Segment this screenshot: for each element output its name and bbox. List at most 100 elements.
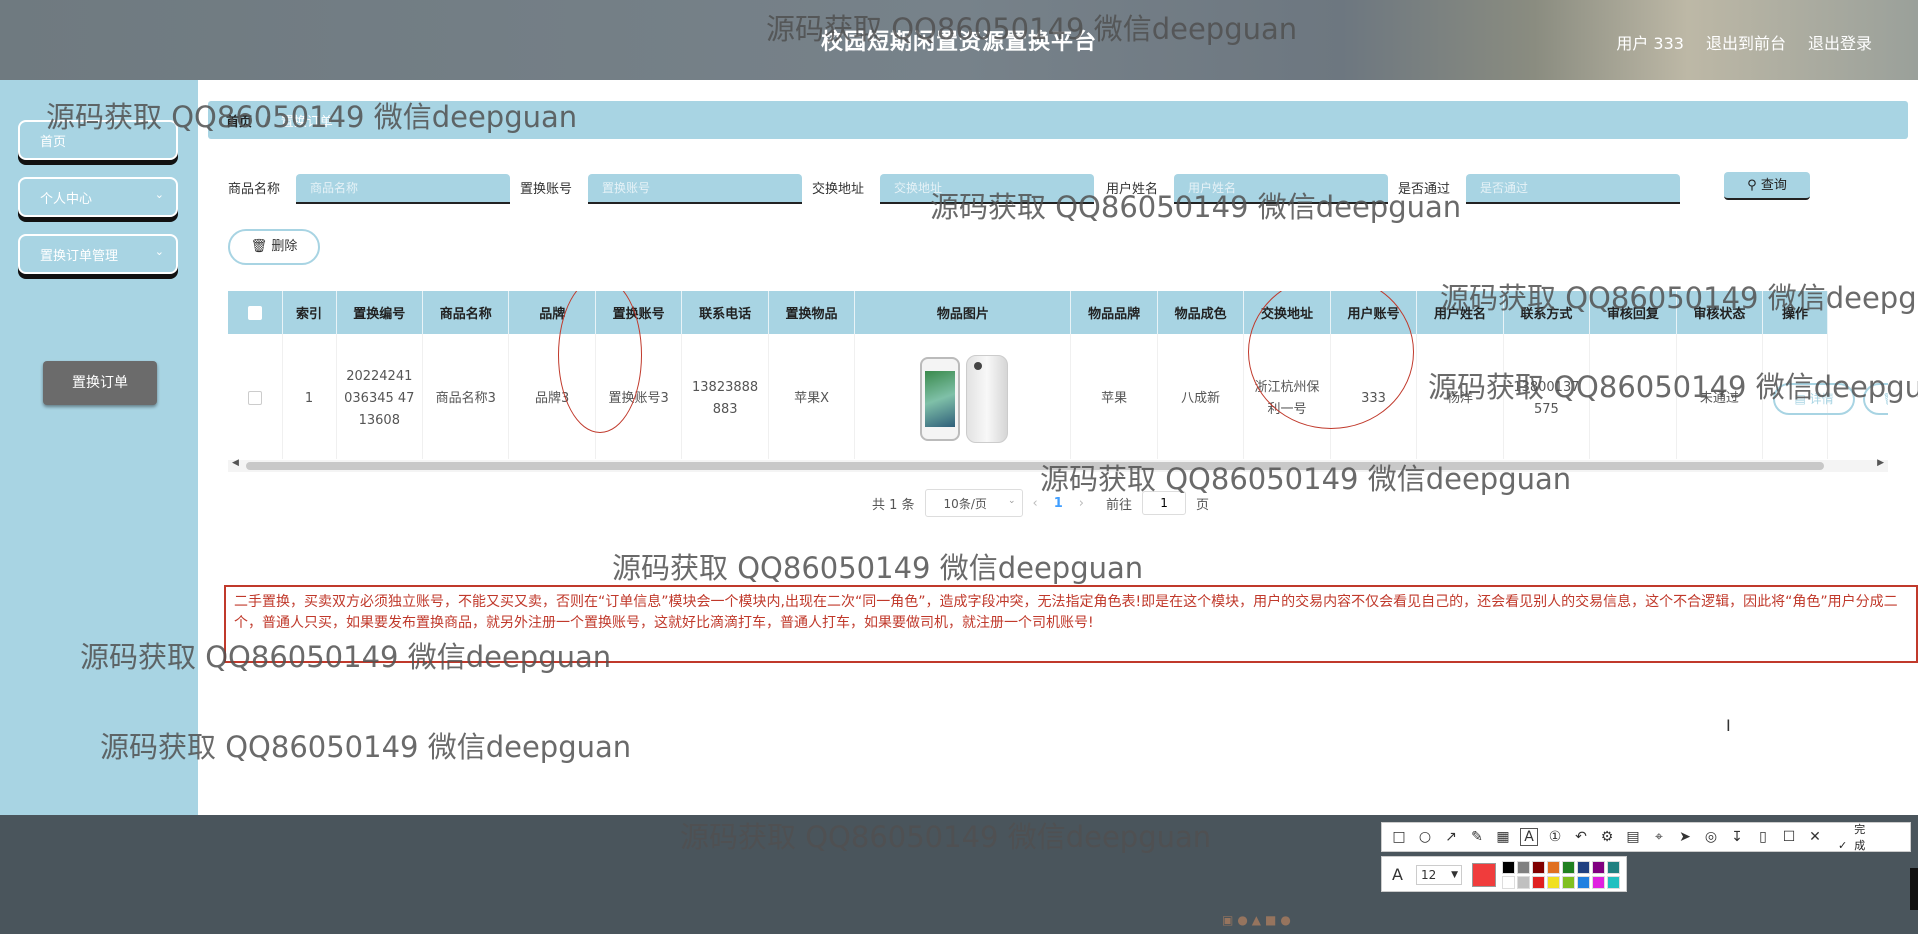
column-header[interactable]: 操作: [1762, 291, 1828, 334]
pagination: 共 1 条 10条/页 ⌄ ‹ 1 › 前往 页: [872, 489, 1209, 517]
download-icon[interactable]: ↧: [1728, 829, 1746, 845]
select-all-checkbox[interactable]: [247, 305, 262, 320]
pen-icon[interactable]: ✎: [1468, 829, 1486, 845]
mosaic-icon[interactable]: ▦: [1494, 829, 1512, 845]
column-header[interactable]: 用户姓名: [1416, 291, 1504, 334]
rectangle-icon[interactable]: □: [1390, 829, 1408, 845]
cell-item-image: [854, 334, 1072, 459]
column-header[interactable]: 品牌: [508, 291, 596, 334]
goto-page-input[interactable]: [1142, 491, 1187, 515]
search-form: 商品名称 置换账号 交换地址 用户姓名 是否通过 ⚲ 查询: [228, 172, 1828, 208]
detail-button[interactable]: ▤ 详情: [1773, 382, 1856, 415]
color-swatch[interactable]: [1532, 876, 1545, 889]
column-header[interactable]: 物品品牌: [1070, 291, 1158, 334]
column-header[interactable]: 用户账号: [1330, 291, 1418, 334]
color-swatch[interactable]: [1592, 876, 1605, 889]
page-number[interactable]: 1: [1054, 496, 1063, 511]
ocr-icon[interactable]: ▤: [1624, 829, 1642, 845]
done-button[interactable]: ✓ 完成: [1838, 821, 1869, 853]
column-header[interactable]: 置换编号: [336, 291, 424, 334]
product-name-input[interactable]: [296, 174, 510, 204]
color-swatch[interactable]: [1502, 861, 1515, 874]
column-header[interactable]: 商品名称: [422, 291, 510, 334]
number-marker-icon[interactable]: ①: [1546, 829, 1564, 845]
page-size-select[interactable]: 10条/页 ⌄: [924, 489, 1023, 517]
color-swatch[interactable]: [1547, 876, 1560, 889]
crop-icon[interactable]: ⌖: [1650, 829, 1668, 845]
column-header[interactable]: 物品图片: [854, 291, 1072, 334]
color-swatch[interactable]: [1532, 861, 1545, 874]
cell-order-no: 20224241036345 4713608: [336, 334, 424, 459]
query-button[interactable]: ⚲ 查询: [1724, 172, 1810, 200]
bookmark-icon[interactable]: ☐: [1780, 829, 1798, 845]
color-swatch[interactable]: [1547, 861, 1560, 874]
column-header[interactable]: 审核回复: [1589, 291, 1677, 334]
cell-index: 1: [282, 334, 337, 459]
approved-input[interactable]: [1466, 174, 1680, 204]
translate-icon[interactable]: ⚙: [1598, 829, 1616, 845]
phone-icon[interactable]: ▯: [1754, 829, 1772, 845]
color-swatch[interactable]: [1502, 876, 1515, 889]
undo-icon[interactable]: ↶: [1572, 829, 1590, 845]
horizontal-scrollbar[interactable]: ◀ ▶: [228, 458, 1888, 472]
sidebar-item-home[interactable]: 首页: [18, 120, 178, 160]
color-swatch[interactable]: [1517, 876, 1530, 889]
breadcrumb-home[interactable]: 首页: [226, 115, 252, 130]
scroll-left-icon[interactable]: ◀: [232, 458, 239, 468]
screenshot-toolbar: □ ○ ↗ ✎ ▦ A ① ↶ ⚙ ▤ ⌖ ➤ ◎ ↧ ▯ ☐ ✕ ✓ 完成: [1381, 822, 1911, 852]
column-header[interactable]: 联系方式: [1503, 291, 1591, 334]
ellipse-icon[interactable]: ○: [1416, 829, 1434, 845]
document-icon: ▤: [1794, 391, 1806, 406]
color-swatch[interactable]: [1577, 876, 1590, 889]
color-swatch[interactable]: [1517, 861, 1530, 874]
sidebar-item-personal-center[interactable]: 个人中心 ⌄: [18, 177, 178, 217]
sidebar: 首页 个人中心 ⌄ 置换订单管理 ⌄ 置换订单: [0, 80, 198, 815]
color-swatch[interactable]: [1607, 876, 1620, 889]
field-label: 置换账号: [520, 182, 573, 197]
next-page-icon[interactable]: ›: [1079, 496, 1084, 511]
back-to-front-link[interactable]: 退出到前台: [1706, 30, 1786, 54]
scrollbar-thumb[interactable]: [246, 462, 1824, 470]
cell-address: 浙江杭州保利一号: [1243, 334, 1331, 459]
column-header[interactable]: 联系电话: [681, 291, 769, 334]
column-header[interactable]: 置换账号: [595, 291, 683, 334]
phone-back-shape: [965, 354, 1008, 443]
iphone-image[interactable]: [908, 353, 1018, 445]
color-palette: [1502, 861, 1620, 889]
user-name-input[interactable]: [1174, 174, 1388, 204]
column-header[interactable]: 交换地址: [1243, 291, 1331, 334]
color-swatch[interactable]: [1577, 861, 1590, 874]
user-menu[interactable]: 用户 333: [1616, 30, 1684, 54]
sidebar-subitem-swap-orders[interactable]: 置换订单: [43, 361, 157, 405]
row-delete-button[interactable]: 🗑 删除: [1863, 382, 1888, 415]
sidebar-item-label: 个人中心: [40, 192, 93, 207]
swap-account-input[interactable]: [588, 174, 802, 204]
column-header[interactable]: 索引: [282, 291, 337, 334]
chevron-down-icon: ⌄: [154, 245, 164, 258]
search-icon: ⚲: [1747, 178, 1757, 193]
text-tool-icon[interactable]: A: [1520, 828, 1538, 846]
close-icon[interactable]: ✕: [1806, 829, 1824, 845]
color-swatch[interactable]: [1562, 876, 1575, 889]
pin-icon[interactable]: ➤: [1676, 829, 1694, 845]
current-color-swatch[interactable]: [1472, 863, 1496, 887]
arrow-icon[interactable]: ↗: [1442, 829, 1460, 845]
color-swatch[interactable]: [1592, 861, 1605, 874]
done-label: 完成: [1854, 823, 1866, 852]
sidebar-item-order-management[interactable]: 置换订单管理 ⌄: [18, 234, 178, 274]
column-header[interactable]: 置换物品: [768, 291, 856, 334]
column-header[interactable]: 物品成色: [1157, 291, 1245, 334]
font-size-select[interactable]: 12 ▼: [1416, 865, 1462, 885]
color-swatch[interactable]: [1607, 861, 1620, 874]
logout-link[interactable]: 退出登录: [1808, 30, 1872, 54]
address-input[interactable]: [880, 174, 1094, 204]
scroll-right-icon[interactable]: ▶: [1877, 458, 1884, 468]
column-header[interactable]: 审核状态: [1676, 291, 1764, 334]
bulk-delete-button[interactable]: 🗑 删除: [228, 229, 320, 265]
row-checkbox[interactable]: [247, 391, 262, 406]
tray-icons: ▣●▲■●: [1222, 913, 1295, 927]
prev-page-icon[interactable]: ‹: [1033, 496, 1038, 511]
color-swatch[interactable]: [1562, 861, 1575, 874]
record-icon[interactable]: ◎: [1702, 829, 1720, 845]
cell-contact: 13800137575: [1503, 334, 1591, 459]
